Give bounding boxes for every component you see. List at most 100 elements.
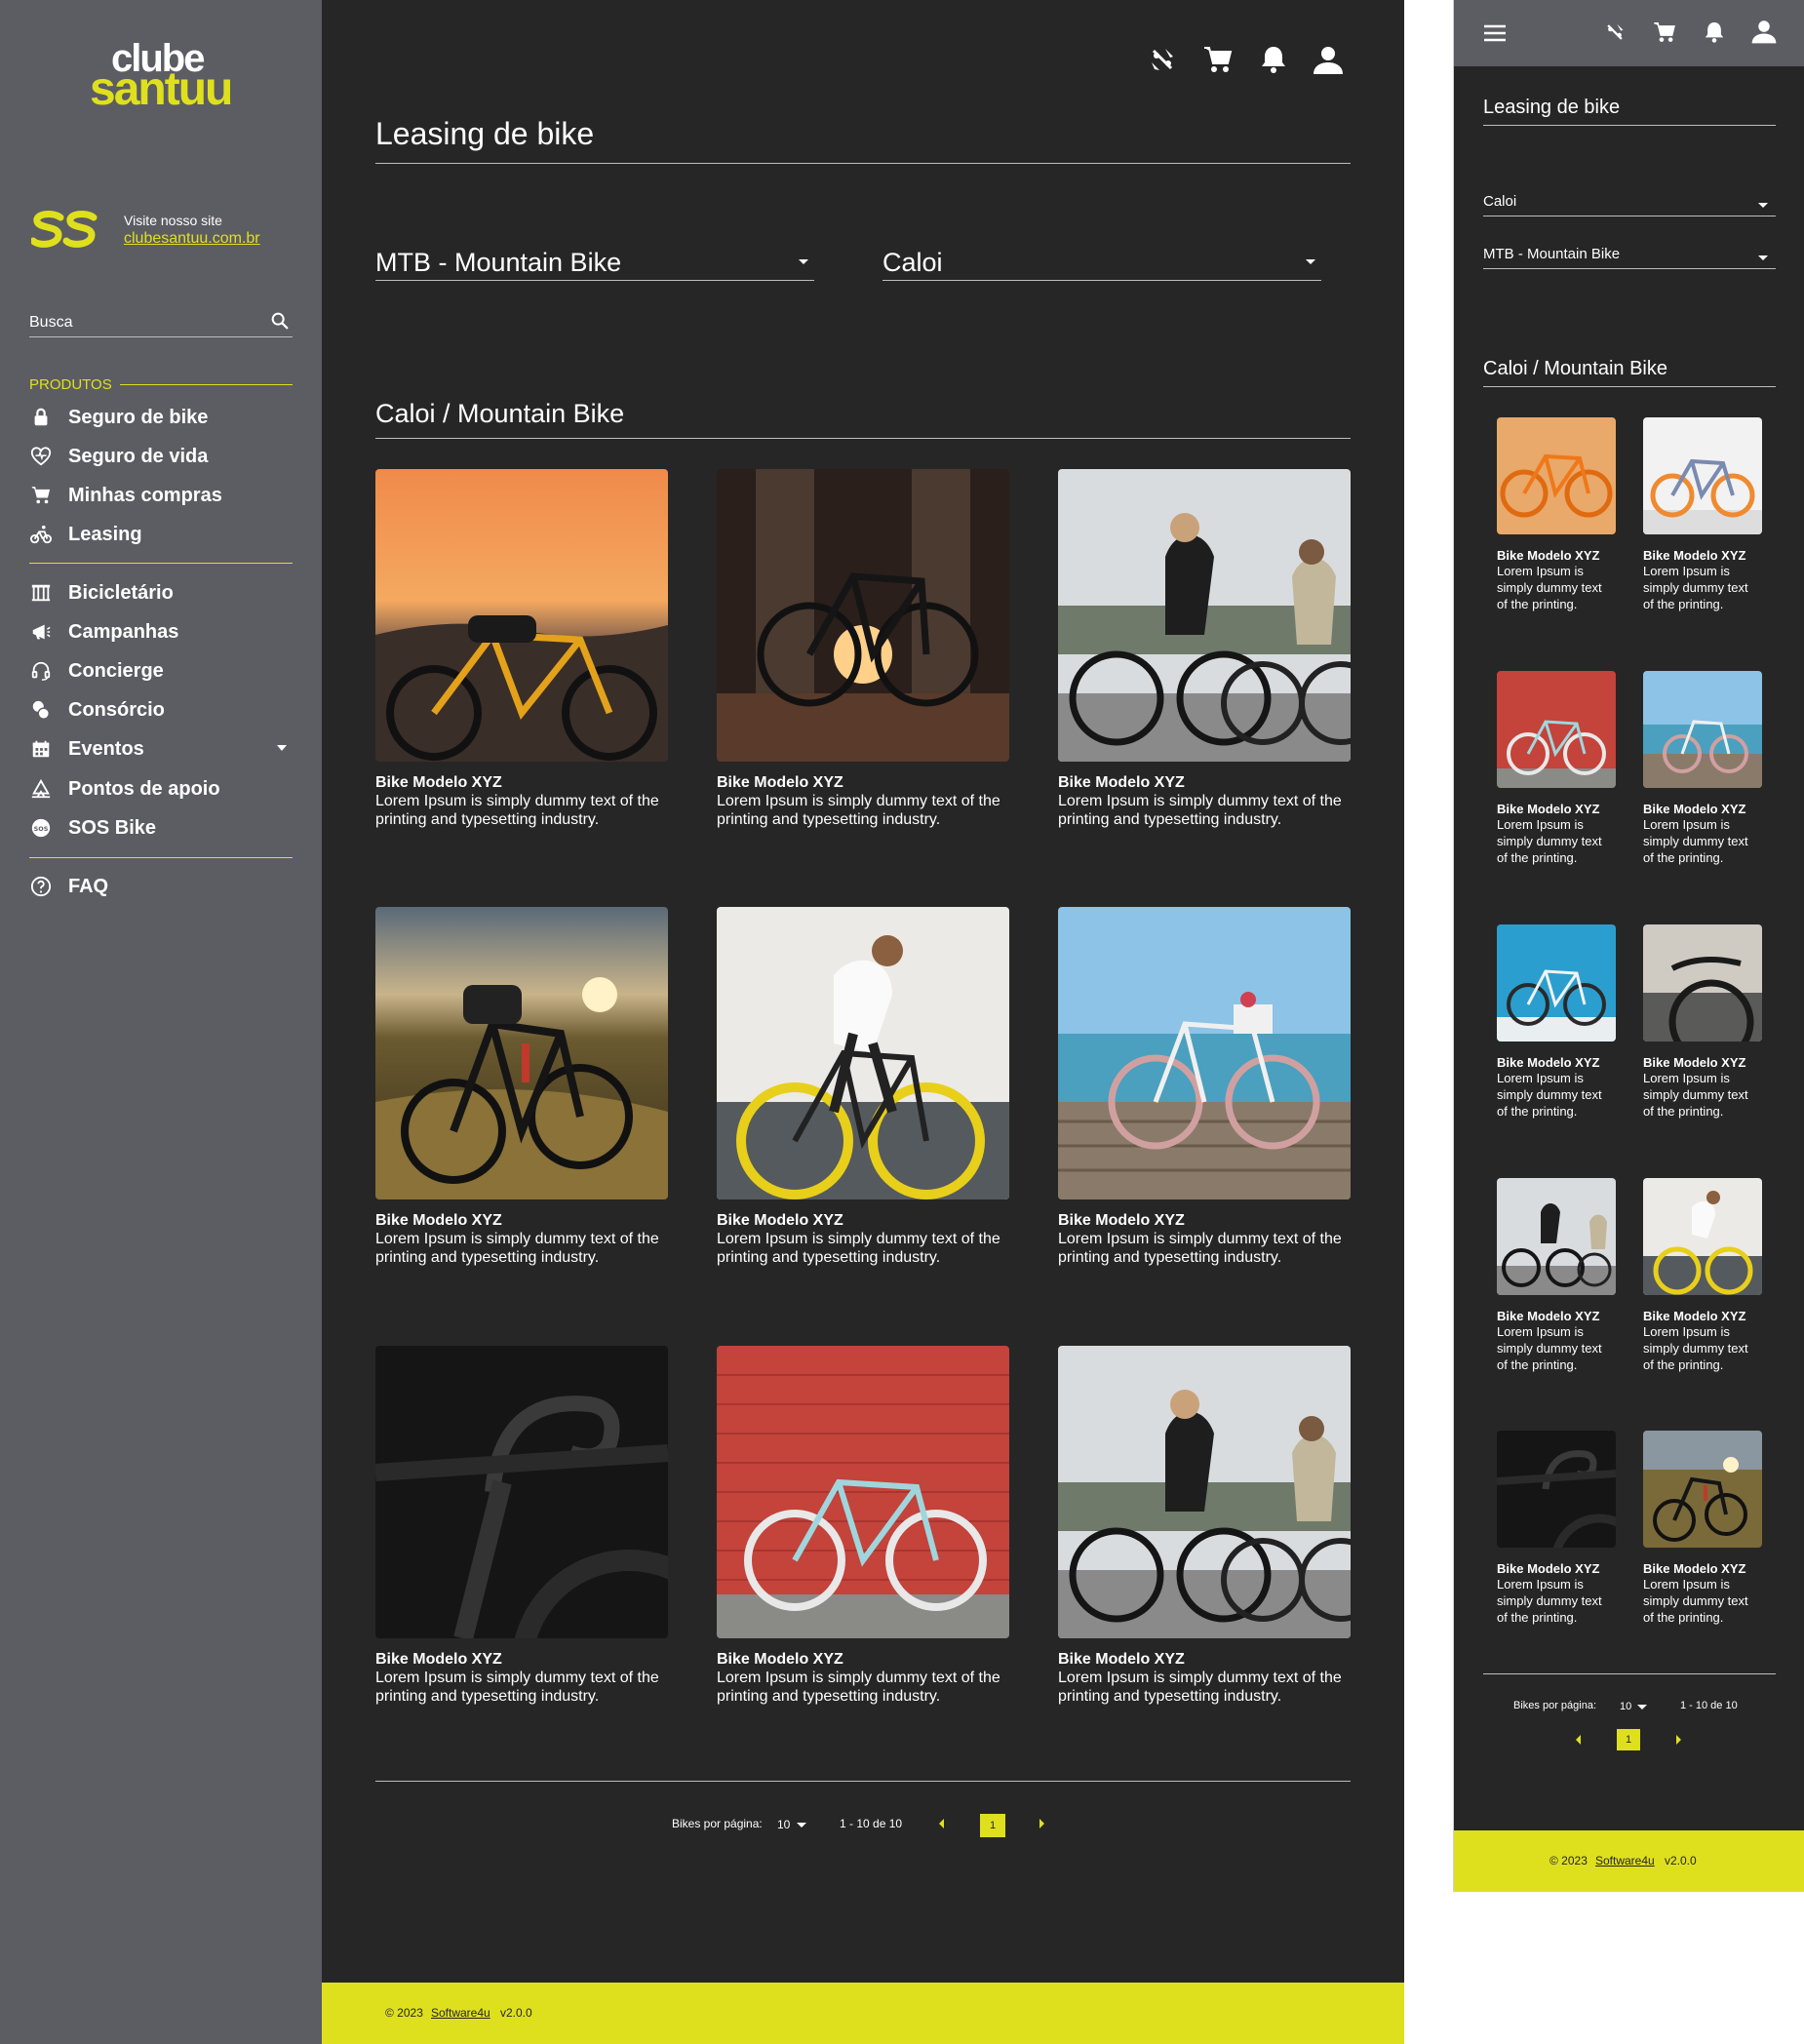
discount-icon[interactable] [1602,20,1628,45]
product-image[interactable] [1497,1431,1616,1548]
prev-page-icon[interactable] [939,1819,944,1828]
mobile-category-select-value: MTB - Mountain Bike [1483,246,1621,262]
product-title: Bike Modelo XYZ [1497,1309,1600,1323]
chevron-down-icon[interactable] [797,1823,806,1828]
cart-icon[interactable] [1201,43,1235,76]
brand-select[interactable]: Caloi [882,242,1321,281]
sidebar-item-sos-bike[interactable]: SOS SOS Bike [29,812,293,844]
product-card[interactable]: Bike Modelo XYZ Lorem Ipsum is simply du… [375,907,668,1268]
brand-select-value: Caloi [882,248,943,277]
sidebar-item-leasing[interactable]: Leasing [29,519,293,550]
product-card[interactable]: Bike Modelo XYZ Lorem Ipsum is simply du… [717,1346,1009,1707]
sidebar-item-campanhas[interactable]: Campanhas [29,616,293,648]
mobile-category-select[interactable]: MTB - Mountain Bike [1483,244,1776,269]
product-image[interactable] [1643,671,1762,788]
clube-santuu-logo[interactable]: clube santuu [90,39,236,129]
footer-link[interactable]: Software4u [1595,1854,1655,1867]
product-image[interactable] [1643,1178,1762,1295]
product-image[interactable] [717,469,1009,762]
product-card[interactable]: Bike Modelo XYZ Lorem Ipsum is simply du… [1497,1178,1616,1373]
section-divider [375,438,1351,439]
search-input[interactable]: Busca [29,310,293,337]
chevron-down-icon[interactable] [1637,1705,1647,1710]
visit-site-block: Visite nosso site clubesantuu.com.br [31,207,294,256]
product-card[interactable]: Bike Modelo XYZ Lorem Ipsum is simply du… [717,469,1009,830]
menu-icon[interactable] [1483,23,1507,43]
product-card[interactable]: Bike Modelo XYZ Lorem Ipsum is simply du… [1497,417,1616,612]
page-number-current[interactable]: 1 [1617,1729,1640,1750]
product-image[interactable] [1643,1431,1762,1548]
category-select-value: MTB - Mountain Bike [375,248,622,277]
svg-text:SOS: SOS [34,825,49,833]
product-card[interactable]: Bike Modelo XYZ Lorem Ipsum is simply du… [1643,417,1762,612]
sidebar-item-faq[interactable]: FAQ [29,871,293,902]
product-image[interactable] [1058,907,1351,1199]
mobile-page-title: Leasing de bike [1483,97,1621,118]
sidebar-item-seguro-vida[interactable]: Seguro de vida [29,441,293,472]
visit-link[interactable]: clubesantuu.com.br [124,230,260,248]
per-page-select[interactable]: 10 [1620,1701,1631,1712]
product-title: Bike Modelo XYZ [1497,548,1600,563]
page-number-current[interactable]: 1 [980,1814,1005,1837]
product-description: Lorem Ipsum is simply dummy text of the … [1497,817,1602,865]
mobile-brand-select[interactable]: Caloi [1483,191,1776,216]
product-image[interactable] [375,469,668,762]
product-image[interactable] [1497,671,1616,788]
product-card[interactable]: Bike Modelo XYZ Lorem Ipsum is simply du… [1643,924,1762,1120]
next-page-icon[interactable] [1676,1735,1681,1745]
footer-link[interactable]: Software4u [431,2006,490,2020]
sidebar-item-pontos-apoio[interactable]: Pontos de apoio [29,773,293,805]
product-card[interactable]: Bike Modelo XYZ Lorem Ipsum is simply du… [1643,671,1762,866]
product-title: Bike Modelo XYZ [1643,1561,1746,1576]
product-card[interactable]: Bike Modelo XYZ Lorem Ipsum is simply du… [1058,907,1351,1268]
chevron-down-icon[interactable] [277,745,287,751]
product-image[interactable] [375,1346,668,1638]
product-card[interactable]: Bike Modelo XYZ Lorem Ipsum is simply du… [375,1346,668,1707]
product-description: Lorem Ipsum is simply dummy text of the … [375,793,659,829]
sidebar-item-minhas-compras[interactable]: Minhas compras [29,480,293,511]
product-image[interactable] [1643,924,1762,1042]
sidebar-item-consorcio[interactable]: Consórcio [29,694,293,726]
product-card[interactable]: Bike Modelo XYZ Lorem Ipsum is simply du… [1497,671,1616,866]
product-description: Lorem Ipsum is simply dummy text of the … [717,1670,1000,1706]
per-page-select[interactable]: 10 [777,1818,790,1831]
coins-icon [29,698,53,722]
product-title: Bike Modelo XYZ [1058,774,1185,791]
product-image[interactable] [1497,924,1616,1042]
headset-icon [29,659,53,683]
product-card[interactable]: Bike Modelo XYZ Lorem Ipsum is simply du… [1643,1431,1762,1626]
product-card[interactable]: Bike Modelo XYZ Lorem Ipsum is simply du… [375,469,668,830]
product-card[interactable]: Bike Modelo XYZ Lorem Ipsum is simply du… [1058,1346,1351,1707]
category-select[interactable]: MTB - Mountain Bike [375,242,814,281]
product-card[interactable]: Bike Modelo XYZ Lorem Ipsum is simply du… [1497,1431,1616,1626]
product-image[interactable] [1497,1178,1616,1295]
product-description: Lorem Ipsum is simply dummy text of the … [375,1670,659,1706]
product-card[interactable]: Bike Modelo XYZ Lorem Ipsum is simply du… [1058,469,1351,830]
sidebar-item-seguro-bike[interactable]: Seguro de bike [29,402,293,433]
product-card[interactable]: Bike Modelo XYZ Lorem Ipsum is simply du… [717,907,1009,1268]
sidebar-item-concierge[interactable]: Concierge [29,655,293,687]
footer-version: v2.0.0 [1665,1854,1697,1867]
product-image[interactable] [1058,469,1351,762]
user-icon[interactable] [1750,18,1778,45]
product-image[interactable] [1058,1346,1351,1638]
prev-page-icon[interactable] [1576,1735,1581,1745]
product-card[interactable]: Bike Modelo XYZ Lorem Ipsum is simply du… [1497,924,1616,1120]
discount-icon[interactable] [1146,43,1179,76]
search-icon[interactable] [269,310,291,332]
cart-icon[interactable] [1652,20,1677,45]
mobile-section-divider [1483,386,1776,387]
product-image[interactable] [1497,417,1616,534]
sidebar-item-bicicletario[interactable]: Bicicletário [29,577,293,609]
bell-icon[interactable] [1702,20,1727,45]
user-icon[interactable] [1312,43,1345,76]
product-image[interactable] [717,907,1009,1199]
sidebar-item-eventos[interactable]: Eventos [29,733,293,765]
product-image[interactable] [375,907,668,1199]
product-image[interactable] [1643,417,1762,534]
product-card[interactable]: Bike Modelo XYZ Lorem Ipsum is simply du… [1643,1178,1762,1373]
bell-icon[interactable] [1257,43,1290,76]
product-title: Bike Modelo XYZ [1643,1055,1746,1070]
next-page-icon[interactable] [1039,1819,1044,1828]
product-image[interactable] [717,1346,1009,1638]
